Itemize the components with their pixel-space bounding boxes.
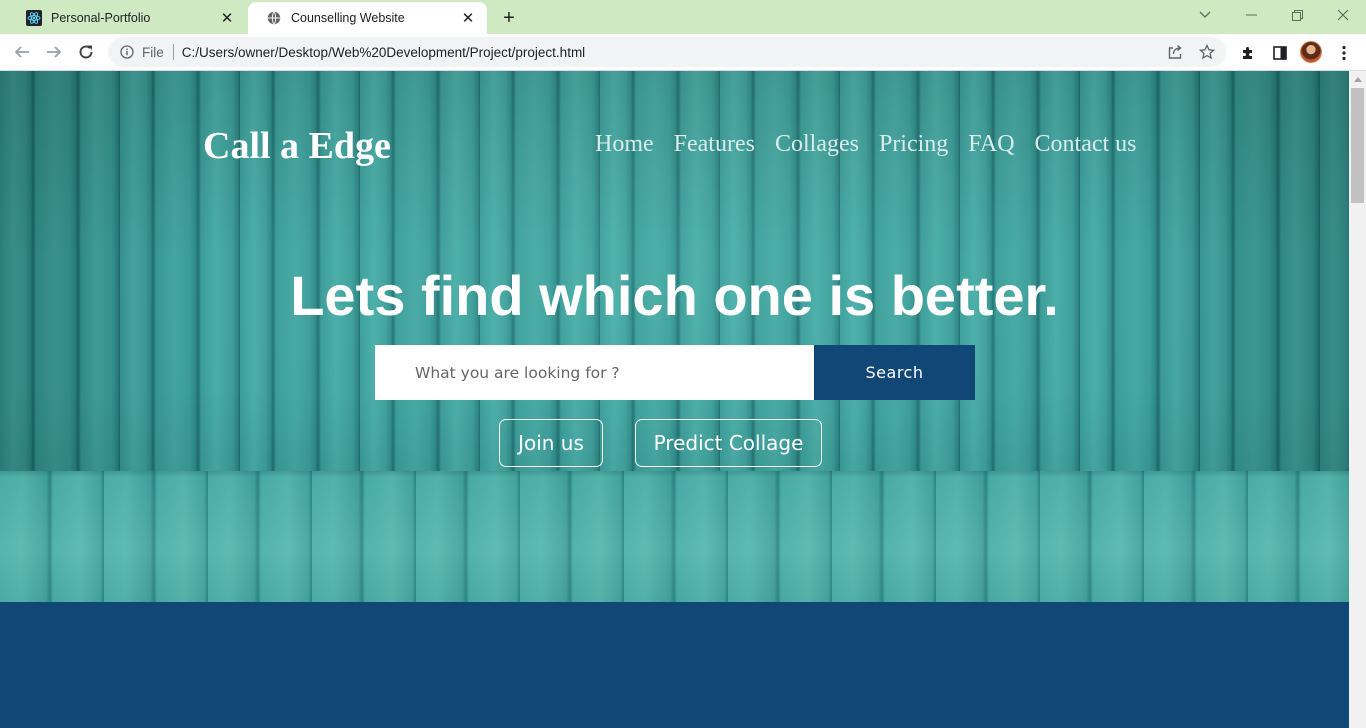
kebab-menu-icon[interactable] bbox=[1334, 43, 1354, 63]
blue-content-section bbox=[0, 602, 1349, 728]
nav-link-contact-us[interactable]: Contact us bbox=[1035, 131, 1137, 158]
restore-button[interactable] bbox=[1274, 0, 1320, 30]
tab-search-chevron-icon[interactable] bbox=[1182, 0, 1228, 30]
side-panel-icon[interactable] bbox=[1270, 43, 1290, 63]
tab-strip: Personal-Portfolio ✕ Counselling Website… bbox=[0, 0, 1366, 34]
close-tab-icon[interactable]: ✕ bbox=[459, 9, 477, 27]
nav-link-pricing[interactable]: Pricing bbox=[879, 131, 948, 158]
tab-title: Counselling Website bbox=[291, 11, 405, 25]
profile-avatar[interactable] bbox=[1300, 41, 1322, 63]
search-form: Search bbox=[375, 345, 975, 400]
info-icon[interactable] bbox=[119, 44, 135, 60]
minimize-button[interactable] bbox=[1228, 0, 1274, 30]
react-icon bbox=[26, 10, 42, 26]
site-logo[interactable]: Call a Edge bbox=[203, 124, 391, 168]
tab-personal-portfolio[interactable]: Personal-Portfolio ✕ bbox=[8, 2, 246, 34]
nav-link-collages[interactable]: Collages bbox=[775, 131, 859, 158]
forward-button[interactable] bbox=[40, 38, 68, 66]
search-input[interactable] bbox=[375, 345, 814, 400]
url-text[interactable]: C:/Users/owner/Desktop/Web%20Development… bbox=[182, 45, 585, 60]
close-window-button[interactable] bbox=[1320, 0, 1366, 30]
reload-button[interactable] bbox=[72, 38, 100, 66]
globe-icon bbox=[266, 10, 282, 26]
address-divider bbox=[172, 44, 174, 60]
main-nav: Home Features Collages Pricing FAQ Conta… bbox=[595, 131, 1137, 158]
hero-floor-background bbox=[0, 471, 1349, 602]
scroll-up-arrow-icon[interactable] bbox=[1349, 71, 1366, 88]
extensions-puzzle-icon[interactable] bbox=[1238, 43, 1258, 63]
bookmark-star-icon[interactable] bbox=[1198, 43, 1216, 61]
share-icon[interactable] bbox=[1166, 43, 1184, 61]
back-button[interactable] bbox=[8, 38, 36, 66]
close-tab-icon[interactable]: ✕ bbox=[218, 9, 236, 27]
address-bar[interactable]: File C:/Users/owner/Desktop/Web%20Develo… bbox=[108, 37, 1226, 67]
page-scrollbar[interactable] bbox=[1349, 71, 1366, 728]
scheme-label: File bbox=[142, 44, 164, 60]
scrollbar-thumb[interactable] bbox=[1351, 88, 1364, 203]
hero-section: Call a Edge Home Features Collages Prici… bbox=[0, 71, 1349, 602]
tab-title: Personal-Portfolio bbox=[51, 11, 151, 25]
predict-collage-button[interactable]: Predict Collage bbox=[635, 419, 822, 467]
hero-headline: Lets find which one is better. bbox=[290, 264, 1059, 327]
search-button[interactable]: Search bbox=[814, 345, 975, 400]
browser-toolbar: File C:/Users/owner/Desktop/Web%20Develo… bbox=[0, 34, 1366, 71]
page-viewport: Call a Edge Home Features Collages Prici… bbox=[0, 71, 1349, 728]
join-us-button[interactable]: Join us bbox=[499, 419, 603, 467]
nav-link-features[interactable]: Features bbox=[674, 131, 755, 158]
nav-link-faq[interactable]: FAQ bbox=[968, 131, 1014, 158]
tab-counselling-website[interactable]: Counselling Website ✕ bbox=[248, 2, 487, 34]
new-tab-button[interactable]: + bbox=[497, 6, 521, 30]
nav-link-home[interactable]: Home bbox=[595, 131, 654, 158]
